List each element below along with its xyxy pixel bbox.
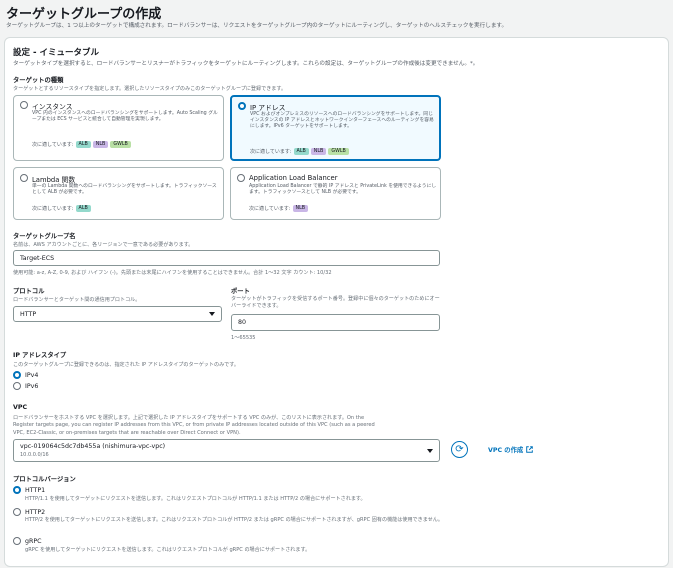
target-group-name-label: ターゲットグループ名 [13,233,76,240]
target-type-desc-ip: VPC およびオンプレミスのリソースへのロードバランシングをサポートします。同じ… [250,112,434,130]
page-subtitle: ターゲットグループは、1 つ以上のターゲットで構成されます。ロードバランサーは、… [6,23,508,29]
http2-label: HTTP2 [25,508,46,516]
port-hint: 1〜65535 [231,335,256,341]
vpc-description-line1: ロードバランサーをホストする VPC を選択します。上記で選択した IP アドレ… [13,415,365,421]
protocol-description: ロードバランサーとターゲット間の通信用プロトコル。 [13,297,141,303]
fits-label: 次に適しています: [250,149,292,155]
badge-nlb: NLB [310,148,327,155]
protocol-value: HTTP [20,310,37,318]
settings-title: 設定 - イミュータブル [13,48,99,58]
target-type-title-instance: インスタンス [32,103,73,111]
http1-radio[interactable] [13,486,21,494]
target-group-name-description: 名前は、AWS アカウントごとに、各リージョンで一意である必要があります。 [13,242,194,248]
refresh-icon[interactable]: ⟳ [451,441,468,458]
target-type-desc-lambda: 単一の Lambda 関数へのロードバランシングをサポートします。トラフィックソ… [32,184,217,196]
http1-label: HTTP1 [25,486,46,494]
ip-address-type-label: IP アドレスタイプ [13,352,67,359]
http2-desc: HTTP/2 を使用してターゲットにリクエストを送信します。これはリクエストプロ… [25,517,443,523]
protocol-select[interactable]: HTTP [13,306,222,322]
fits-label: 次に適しています: [249,206,291,212]
ipv4-label: IPv4 [25,371,39,379]
target-type-fits-lambda: 次に適しています: ALB [32,205,91,212]
port-label: ポート [231,288,250,295]
badge-nlb: NLB [92,141,109,148]
badge-alb: ALB [293,148,309,155]
badge-gwlb: GWLB [110,141,131,148]
target-type-radio-ip[interactable] [238,102,246,110]
vpc-description-line3: VPC, EC2-Classic, or on-premises targets… [13,430,241,436]
settings-description: ターゲットタイプを選択すると、ロードバランサーとリスナーがトラフィックをターゲッ… [13,61,479,67]
fits-label: 次に適しています: [32,206,74,212]
port-value: 80 [238,319,247,326]
target-type-label: ターゲットの種類 [13,77,64,84]
create-vpc-label: VPC の作成 [488,447,524,454]
target-type-fits-instance: 次に適しています: ALB NLB GWLB [32,141,131,148]
target-type-radio-instance[interactable] [20,101,28,109]
target-group-name-hint: 使用可能: a-z, A-Z, 0-9, および ハイフン (-)。先頭または末… [13,270,332,276]
target-type-card-instance[interactable]: インスタンス VPC 内のインスタンスへのロードバランシングをサポートします。A… [13,95,224,161]
protocol-version-option-grpc[interactable]: gRPC [13,537,42,545]
ip-type-option-ipv4[interactable]: IPv4 [13,371,38,379]
target-type-title-alb: Application Load Balancer [249,174,338,182]
grpc-desc: gRPC を使用してターゲットにリクエストを送信します。これはリクエストプロトコ… [25,547,311,553]
vpc-selected-value: vpc-019064c5dc7db455a (nishimura-vpc-vpc… [20,443,166,450]
http1-desc: HTTP/1.1 を使用してターゲットにリクエストを送信します。これはリクエスト… [25,496,366,502]
protocol-label: プロトコル [13,288,45,295]
caret-down-icon [427,448,433,453]
badge-nlb: NLB [292,205,309,212]
fits-label: 次に適しています: [32,142,74,148]
target-group-name-value: Target-ECS [20,254,55,262]
target-type-fits-alb: 次に適しています: NLB [249,205,309,212]
ipv6-label: IPv6 [25,382,39,390]
protocol-version-label: プロトコルバージョン [13,476,76,483]
target-type-title-ip: IP アドレス [250,104,286,112]
target-type-fits-ip: 次に適しています: ALB NLB GWLB [250,148,349,155]
badge-alb: ALB [75,205,91,212]
ip-address-type-description: このターゲットグループに登録できるのは、指定された IP アドレスタイプのターゲ… [13,362,239,368]
target-type-description: ターゲットとするリソースタイプを指定します。選択したリソースタイプのみこのターゲ… [13,86,287,92]
grpc-label: gRPC [25,537,42,545]
vpc-select[interactable]: vpc-019064c5dc7db455a (nishimura-vpc-vpc… [13,439,440,462]
ipv6-radio[interactable] [13,382,21,390]
target-type-title-lambda: Lambda 関数 [32,176,76,184]
target-type-card-ip[interactable]: IP アドレス VPC およびオンプレミスのリソースへのロードバランシングをサポ… [230,95,441,161]
grpc-radio[interactable] [13,537,21,545]
target-type-desc-instance: VPC 内のインスタンスへのロードバランシングをサポートします。Auto Sca… [32,111,218,123]
target-type-desc-alb: Application Load Balancer で静的 IP アドレスと P… [249,184,437,196]
target-group-name-input[interactable]: Target-ECS [13,250,440,266]
page-title: ターゲットグループの作成 [6,7,162,22]
external-link-icon [526,446,533,453]
vpc-description-line2: Register targets page, you can register … [13,422,375,428]
target-type-radio-alb[interactable] [237,174,245,182]
ipv4-radio[interactable] [13,371,21,379]
target-type-radio-lambda[interactable] [20,174,28,182]
badge-alb: ALB [75,141,91,148]
vpc-label: VPC [13,404,28,411]
http2-radio[interactable] [13,508,21,516]
protocol-version-option-http1[interactable]: HTTP1 [13,486,45,494]
target-type-card-alb[interactable]: Application Load Balancer Application Lo… [230,167,441,220]
badge-gwlb: GWLB [328,148,349,155]
vpc-selected-cidr: 10.0.0.0/16 [20,452,49,458]
create-vpc-link[interactable]: VPC の作成 [488,445,533,454]
protocol-version-option-http2[interactable]: HTTP2 [13,508,45,516]
caret-down-icon [209,312,215,316]
ip-type-option-ipv6[interactable]: IPv6 [13,382,38,390]
target-type-card-lambda[interactable]: Lambda 関数 単一の Lambda 関数へのロードバランシングをサポートし… [13,167,224,220]
port-input[interactable]: 80 [231,314,440,331]
port-description: ターゲットがトラフィックを受信するポート番号。登録中に個々のターゲットのためにオ… [231,296,440,309]
